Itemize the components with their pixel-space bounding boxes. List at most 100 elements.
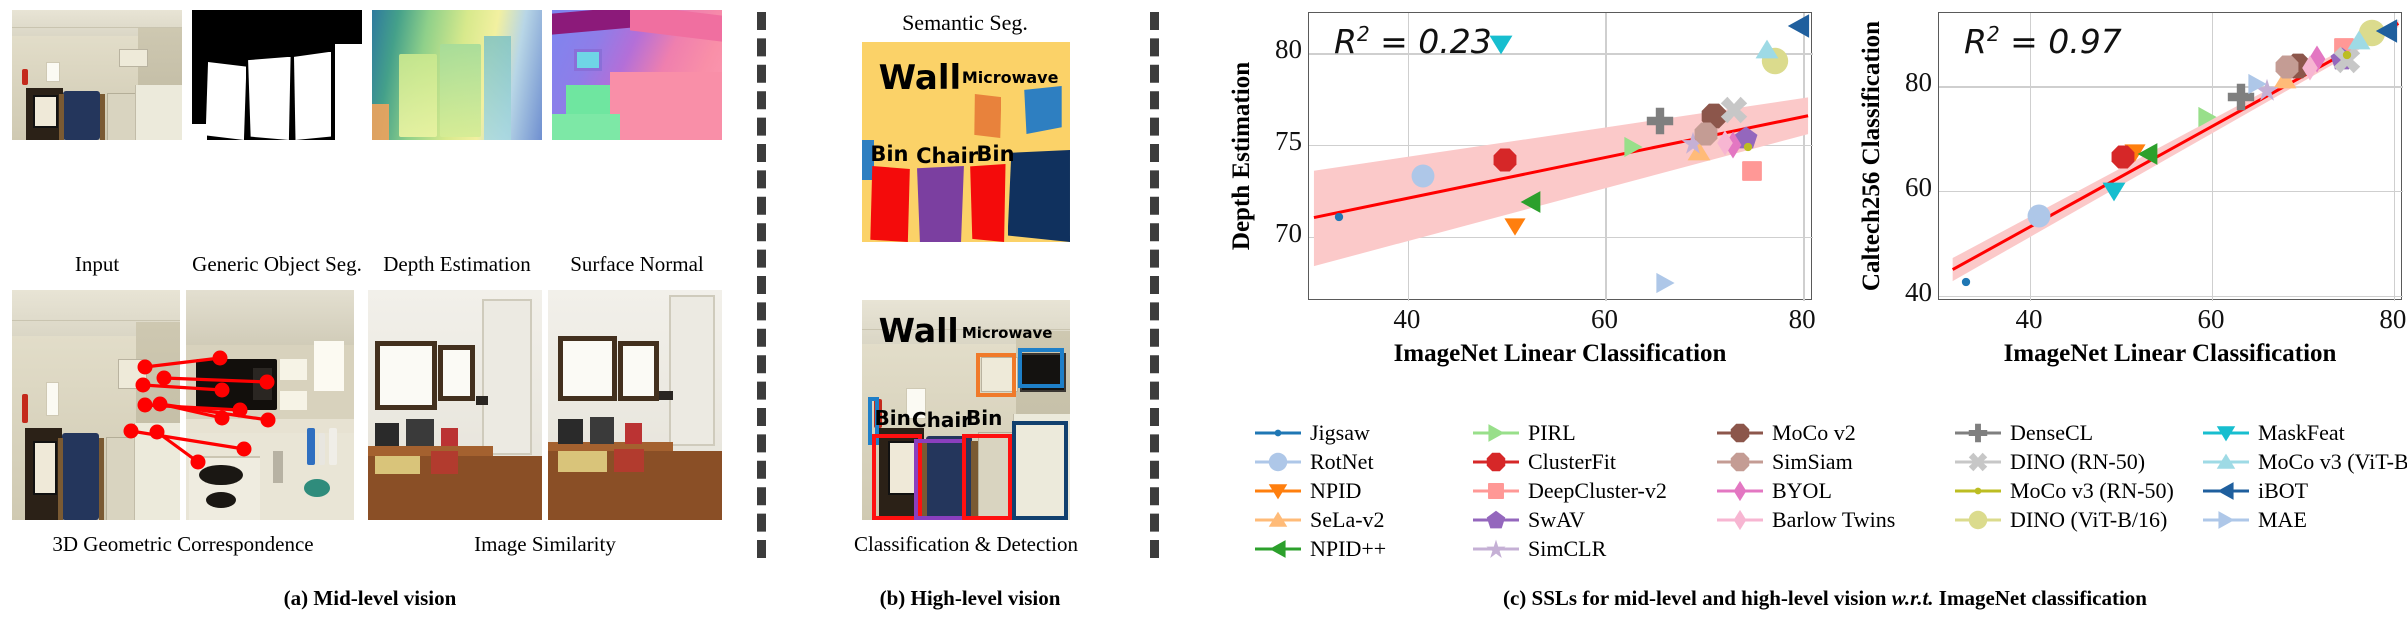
- photo-dark-cabinet: [25, 88, 63, 140]
- legend-item[interactable]: SimCLR: [1473, 536, 1606, 562]
- caption-c-post: ImageNet classification: [1933, 586, 2147, 610]
- x-tick-label: 80: [2379, 304, 2407, 334]
- caption-c-wrt: w.r.t.: [1891, 586, 1934, 610]
- legend-item[interactable]: DeepCluster-v2: [1473, 478, 1667, 504]
- x-axis-title: ImageNet Linear Classification: [1393, 340, 1727, 367]
- legend-marker: [1473, 539, 1519, 558]
- scatter-point: [1740, 139, 1756, 155]
- legend-marker: [2203, 511, 2249, 529]
- legend-item[interactable]: NPID++: [1255, 536, 1386, 562]
- semseg-shape-counter: [1007, 150, 1070, 242]
- semseg-label-microwave: Microwave: [961, 68, 1059, 87]
- legend-item[interactable]: MoCo v2: [1717, 420, 1856, 446]
- legend-marker: [1717, 509, 1763, 531]
- scatter-point: [2101, 178, 2127, 204]
- scatter-point: [1518, 189, 1544, 215]
- legend-marker: [1473, 424, 1519, 442]
- legend-item[interactable]: BYOL: [1717, 478, 1832, 504]
- figure-root: Input Generic Object Seg. Depth Estimati…: [0, 0, 2407, 630]
- photo-stove: [135, 85, 182, 140]
- caption-a: (a) Mid-level vision: [283, 586, 457, 610]
- y-tick-label: 70: [1275, 217, 1302, 248]
- scatter-point: [1785, 12, 1813, 40]
- legend-label: SeLa-v2: [1310, 507, 1385, 532]
- y-tick-label: 80: [1275, 34, 1302, 65]
- scatter-point: [1331, 209, 1347, 225]
- label-input: Input: [74, 252, 120, 276]
- legend-item[interactable]: Barlow Twins: [1717, 507, 1895, 533]
- detection-label-bin-right: Bin: [966, 405, 1003, 430]
- legend-label: DenseCL: [2010, 420, 2094, 445]
- label-classification-detection: Classification & Detection: [854, 532, 1078, 556]
- detection-box-panel: [976, 352, 1016, 397]
- scatter-point: [2110, 144, 2136, 170]
- legend-label: SimCLR: [1528, 536, 1607, 561]
- legend-label: MAE: [2258, 507, 2307, 532]
- x-axis-title: ImageNet Linear Classification: [2003, 340, 2337, 367]
- scatter-point: [1712, 130, 1738, 156]
- photo-extinguisher: [22, 68, 29, 86]
- legend-label: MoCo v3 (ViT-B/16): [2258, 449, 2407, 474]
- label-semantic-seg: Semantic Seg.: [902, 10, 1028, 35]
- legend-label: iBOT: [2258, 478, 2309, 503]
- semseg-shape-bin-left: [870, 166, 910, 242]
- y-tick-label: 40: [1905, 276, 1932, 307]
- x-tick-label: 40: [2015, 304, 2043, 334]
- x-tick-label: 60: [1590, 304, 1618, 334]
- image-similarity-pair: [368, 290, 722, 520]
- similarity-photo-right: [548, 290, 722, 520]
- legend-marker: [1955, 452, 2001, 472]
- scatter-point: [1653, 271, 1677, 295]
- separator-a-b: [757, 12, 766, 558]
- legend-item[interactable]: SwAV: [1473, 507, 1585, 533]
- legend-item[interactable]: MaskFeat: [2203, 420, 2345, 446]
- legend-label: MoCo v3 (RN-50): [2010, 478, 2174, 503]
- detection-label-chair: Chair: [911, 407, 972, 432]
- scatter-point: [2195, 105, 2219, 129]
- y-tick-label: 60: [1905, 172, 1932, 203]
- label-depth-estimation: Depth Estimation: [383, 252, 531, 276]
- scatter-point: [1492, 147, 1518, 173]
- legend-item[interactable]: ClusterFit: [1473, 449, 1616, 475]
- legend-item[interactable]: Jigsaw: [1255, 420, 1370, 446]
- legend-item[interactable]: NPID: [1255, 478, 1361, 504]
- scatter-point: [2026, 203, 2052, 229]
- legend-item[interactable]: SimSiam: [1717, 449, 1853, 475]
- legend-item[interactable]: PIRL: [1473, 420, 1576, 446]
- caption-b: (b) High-level vision: [879, 586, 1061, 610]
- legend-marker: [1255, 511, 1301, 527]
- legend-label: NPID++: [1310, 536, 1387, 561]
- scatter-point: [2245, 72, 2269, 96]
- correspondence-lines: [123, 350, 276, 470]
- photo-bin: [107, 93, 139, 140]
- semseg-label-bin-right: Bin: [976, 142, 1015, 166]
- legend-marker: [1717, 480, 1763, 502]
- legend-item[interactable]: MoCo v3 (RN-50): [1955, 478, 2174, 504]
- legend-item[interactable]: DINO (ViT-B/16): [1955, 507, 2167, 533]
- legend-item[interactable]: RotNet: [1255, 449, 1374, 475]
- legend-item[interactable]: DenseCL: [1955, 420, 2093, 446]
- scatter-point: [1410, 163, 1436, 189]
- legend-label: PIRL: [1528, 420, 1576, 445]
- scatter-point: [1645, 106, 1675, 136]
- semseg-shape-chair: [917, 166, 964, 242]
- semantic-seg-map: Wall Microwave Bin Chair Bin: [862, 42, 1070, 242]
- legend-item[interactable]: iBOT: [2203, 478, 2308, 504]
- legend-item[interactable]: DINO (RN-50): [1955, 449, 2145, 475]
- scatter-point: [2135, 141, 2161, 167]
- legend-item[interactable]: MAE: [2203, 507, 2307, 533]
- depth-estimation-map: [372, 10, 542, 140]
- photo-chair: [58, 90, 106, 140]
- legend-item[interactable]: MoCo v3 (ViT-B/16): [2203, 449, 2407, 475]
- legend-marker: [1955, 510, 2001, 530]
- scatter-point: [1754, 37, 1780, 63]
- y-tick-label: 80: [1905, 67, 1932, 98]
- scatter-point: [2297, 55, 2323, 81]
- scatter-point: [2373, 17, 2401, 45]
- legend-item[interactable]: SeLa-v2: [1255, 507, 1385, 533]
- legend-label: Jigsaw: [1310, 420, 1370, 445]
- detection-label-wall: Wall: [878, 311, 959, 350]
- semseg-label-bin-left: Bin: [870, 142, 909, 166]
- label-image-similarity: Image Similarity: [474, 532, 616, 556]
- legend-marker: [1717, 423, 1763, 443]
